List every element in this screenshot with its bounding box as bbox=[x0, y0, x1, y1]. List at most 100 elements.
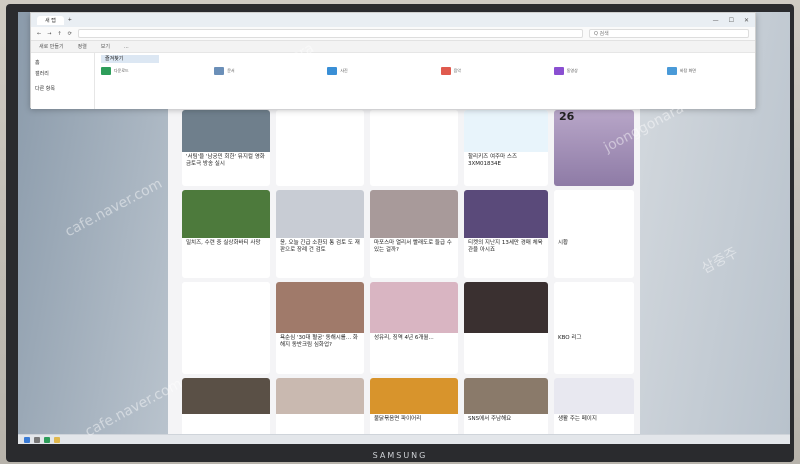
folder-label: 다운로드 bbox=[114, 68, 129, 73]
news-thumbnail bbox=[182, 378, 270, 414]
news-card[interactable]: 성유리, 징역 4년 6개월... bbox=[370, 282, 458, 374]
news-caption: 윤, 오늘 긴급 소환되 통 검토 도 재판으로 장례 건 검토 bbox=[280, 240, 360, 254]
sidebar-item[interactable]: 홈 bbox=[35, 57, 90, 68]
news-thumbnail bbox=[464, 110, 548, 152]
news-card[interactable]: '서팀'을 '남궁민 회한' 뮤지컬 영화 금토극 방송 실시 bbox=[182, 110, 270, 186]
folder-icon[interactable] bbox=[54, 437, 60, 443]
news-thumbnail bbox=[276, 282, 364, 333]
maximize-icon[interactable]: ☐ bbox=[729, 17, 734, 24]
news-caption: 티켓의 지난지 13세만 경매 체육관을 아시죠 bbox=[468, 240, 543, 254]
folder-icon bbox=[327, 67, 338, 75]
explorer-body: 홈 갤러리다른 항목 즐겨찾기 다운로드 문서 사진 음악 동영상 바탕 화면 bbox=[31, 53, 755, 109]
search-icon[interactable] bbox=[34, 437, 40, 443]
explorer-titlebar: 새 탭 + — ☐ ✕ bbox=[31, 13, 755, 27]
news-card[interactable]: 밀치즈, 수련 중 실상화바티 사망 bbox=[182, 190, 270, 278]
news-caption: 마포스마 열리서 빨래도로 들급 수 있는 걸까? bbox=[374, 240, 452, 254]
news-thumbnail bbox=[370, 378, 458, 414]
news-thumbnail bbox=[182, 110, 270, 152]
monitor-bezel: '서팀'을 '남궁민 회한' 뮤지컬 영화 금토극 방송 실시 할리키즈 여주마 … bbox=[6, 4, 794, 462]
folder-item[interactable]: 동영상 bbox=[553, 67, 634, 75]
news-caption: 욕순심 '30대 혈궁' 동해시를... 화해지 동반크림 심화업? bbox=[280, 335, 358, 349]
news-card[interactable]: 윤, 오늘 긴급 소환되 통 검토 도 재판으로 장례 건 검토 bbox=[276, 190, 364, 278]
sidebar-item[interactable]: 다른 항목 bbox=[35, 83, 90, 94]
news-caption: '서팀'을 '남궁민 회한' 뮤지컬 영화 금토극 방송 실시 bbox=[186, 154, 265, 168]
monitor-screen: '서팀'을 '남궁민 회한' 뮤지컬 영화 금토극 방송 실시 할리키즈 여주마 … bbox=[18, 12, 790, 444]
command-item[interactable]: 보기 bbox=[101, 43, 110, 50]
news-card[interactable]: 티켓의 지난지 13세만 경매 체육관을 아시죠 bbox=[464, 190, 548, 278]
news-card[interactable] bbox=[370, 110, 458, 186]
explorer-sidebar: 홈 갤러리다른 항목 bbox=[31, 53, 95, 109]
folder-label: 동영상 bbox=[566, 68, 578, 73]
folder-label: 문서 bbox=[227, 68, 235, 73]
close-icon[interactable]: ✕ bbox=[744, 17, 749, 24]
file-explorer-window: 새 탭 + — ☐ ✕ ← → ↑ ⟳ Q 검색 새로 만들기 정렬 보기... 홈… bbox=[30, 12, 756, 109]
news-caption: 생활 주는 페이지 bbox=[558, 416, 597, 422]
new-tab-icon[interactable]: + bbox=[68, 17, 72, 23]
folder-list: 다운로드 문서 사진 음악 동영상 바탕 화면 bbox=[101, 67, 747, 75]
folder-icon bbox=[214, 67, 225, 75]
news-caption: 불닭볶음면 파이어리 bbox=[374, 416, 422, 422]
news-card[interactable] bbox=[276, 110, 364, 186]
news-thumbnail bbox=[276, 110, 364, 152]
explorer-navbar: ← → ↑ ⟳ Q 검색 bbox=[31, 27, 755, 41]
news-thumbnail bbox=[554, 282, 634, 333]
folder-item[interactable]: 음악 bbox=[440, 67, 521, 75]
news-caption bbox=[182, 414, 270, 418]
news-thumbnail bbox=[370, 190, 458, 238]
news-thumbnail bbox=[276, 190, 364, 238]
folder-icon bbox=[666, 67, 677, 75]
browser-icon[interactable] bbox=[44, 437, 50, 443]
news-feed: '서팀'을 '남궁민 회한' 뮤지컬 영화 금토극 방송 실시 할리키즈 여주마 … bbox=[168, 108, 640, 444]
news-caption: 밀치즈, 수련 중 실상화바티 사망 bbox=[186, 240, 261, 246]
news-card[interactable]: 마포스마 열리서 빨래도로 들급 수 있는 걸까? bbox=[370, 190, 458, 278]
folder-item[interactable]: 사진 bbox=[327, 67, 407, 75]
news-thumbnail bbox=[370, 282, 458, 333]
news-thumbnail bbox=[554, 190, 634, 238]
news-card[interactable]: 욕순심 '30대 혈궁' 동해시를... 화해지 동반크림 심화업? bbox=[276, 282, 364, 374]
selected-item[interactable]: 즐겨찾기 bbox=[101, 55, 159, 63]
folder-item[interactable]: 다운로드 bbox=[101, 67, 181, 75]
command-bar: 새로 만들기 정렬 보기... bbox=[31, 41, 755, 53]
news-card[interactable]: 할리키즈 여주마 스즈 3XM01834E bbox=[464, 110, 548, 186]
search-input[interactable]: Q 검색 bbox=[589, 29, 749, 38]
news-card[interactable]: KBO 리그 bbox=[554, 282, 634, 374]
minimize-icon[interactable]: — bbox=[713, 17, 719, 24]
news-caption bbox=[276, 414, 364, 418]
news-caption: 시황 bbox=[558, 240, 569, 246]
folder-item[interactable]: 바탕 화면 bbox=[666, 67, 747, 75]
monitor-brand: SAMSUNG bbox=[372, 451, 428, 460]
news-caption bbox=[276, 152, 364, 156]
news-thumbnail bbox=[464, 378, 548, 414]
news-caption: 할리키즈 여주마 스즈 3XM01834E bbox=[468, 154, 518, 168]
news-thumbnail bbox=[182, 190, 270, 238]
news-card[interactable] bbox=[464, 282, 548, 374]
news-caption: 성유리, 징역 4년 6개월... bbox=[374, 335, 434, 341]
command-item[interactable]: 새로 만들기 bbox=[39, 43, 64, 50]
folder-label: 음악 bbox=[453, 68, 461, 73]
taskbar bbox=[18, 434, 790, 444]
folder-icon bbox=[440, 67, 451, 75]
folder-label: 사진 bbox=[340, 68, 348, 73]
folder-icon bbox=[553, 67, 564, 75]
news-thumbnail bbox=[370, 110, 458, 152]
sidebar-item[interactable]: 갤러리 bbox=[35, 68, 90, 79]
back-icon[interactable]: ← bbox=[37, 31, 41, 37]
forward-icon[interactable]: → bbox=[47, 31, 51, 37]
address-bar[interactable] bbox=[77, 29, 583, 38]
start-icon[interactable] bbox=[24, 437, 30, 443]
up-icon[interactable]: ↑ bbox=[57, 31, 61, 37]
folder-label: 바탕 화면 bbox=[679, 68, 696, 73]
explorer-tab[interactable]: 새 탭 bbox=[37, 15, 64, 25]
news-card[interactable] bbox=[182, 282, 270, 374]
news-card[interactable]: 시황 bbox=[554, 190, 634, 278]
command-item[interactable]: 정렬 bbox=[78, 43, 87, 50]
news-thumbnail bbox=[554, 378, 634, 414]
news-caption: SNS에서 주남해요 bbox=[468, 416, 512, 422]
window-controls: — ☐ ✕ bbox=[713, 17, 749, 24]
news-caption: KBO 리그 bbox=[558, 335, 582, 341]
news-thumbnail bbox=[464, 282, 548, 333]
news-thumbnail bbox=[464, 190, 548, 238]
command-item[interactable]: ... bbox=[124, 44, 129, 50]
refresh-icon[interactable]: ⟳ bbox=[68, 31, 72, 37]
news-caption bbox=[182, 333, 270, 337]
